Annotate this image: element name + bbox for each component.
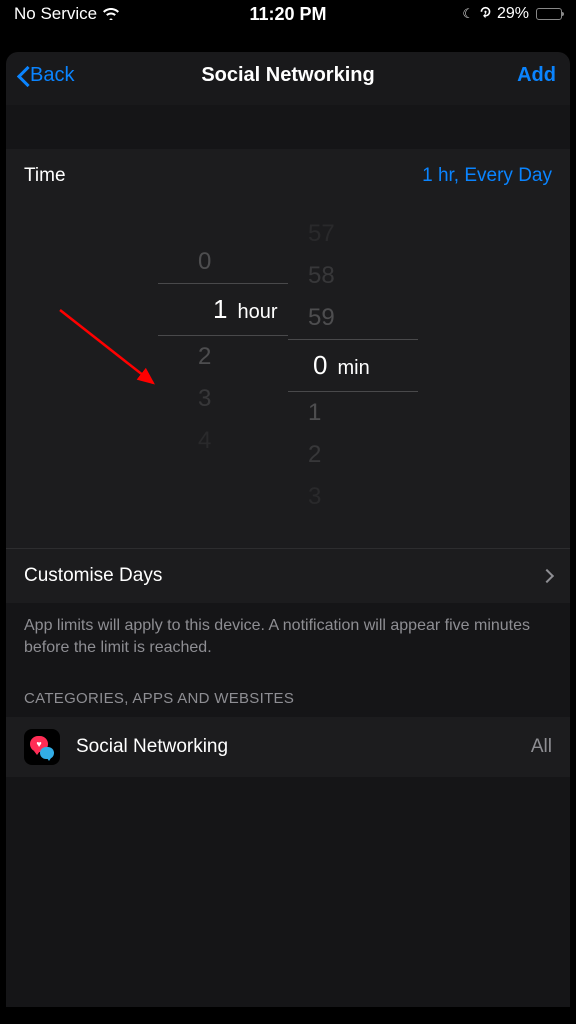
- service-status: No Service: [14, 4, 97, 24]
- customise-days-label: Customise Days: [24, 565, 162, 587]
- hour-picker-column[interactable]: 0 1 hour 2 3 4: [158, 213, 288, 518]
- time-value[interactable]: 1 hr, Every Day: [422, 165, 552, 187]
- wifi-icon: [103, 8, 119, 20]
- time-row: Time 1 hr, Every Day: [6, 149, 570, 203]
- minute-selected: 0 min: [288, 339, 418, 392]
- category-count: All: [531, 736, 552, 758]
- back-button[interactable]: Back: [16, 64, 74, 87]
- categories-header: CATEGORIES, APPS AND WEBSITES: [6, 682, 570, 717]
- battery-icon: [536, 8, 562, 20]
- footer-note: App limits will apply to this device. A …: [6, 603, 570, 682]
- category-row[interactable]: ♥ Social Networking All: [6, 717, 570, 777]
- minute-picker-column[interactable]: 57 58 59 0 min 1 2 3: [288, 213, 418, 518]
- add-button[interactable]: Add: [517, 64, 556, 87]
- social-networking-icon: ♥: [24, 729, 60, 765]
- time-label: Time: [24, 165, 66, 187]
- battery-percent: 29%: [497, 5, 529, 23]
- nav-bar: Back Social Networking Add: [6, 52, 570, 105]
- chevron-right-icon: [540, 569, 554, 583]
- category-name: Social Networking: [76, 736, 531, 758]
- do-not-disturb-icon: ☾: [462, 6, 474, 22]
- customise-days-row[interactable]: Customise Days: [6, 548, 570, 603]
- time-picker[interactable]: 0 1 hour 2 3 4 57 58 59 0 min 1 2 3: [6, 203, 570, 548]
- page-title: Social Networking: [201, 64, 374, 87]
- hour-selected: 1 hour: [158, 283, 288, 336]
- status-bar: No Service 11:20 PM ☾ 29%: [0, 0, 576, 32]
- chevron-left-icon: [16, 65, 30, 87]
- clock: 11:20 PM: [249, 4, 326, 25]
- orientation-lock-icon: [479, 6, 492, 22]
